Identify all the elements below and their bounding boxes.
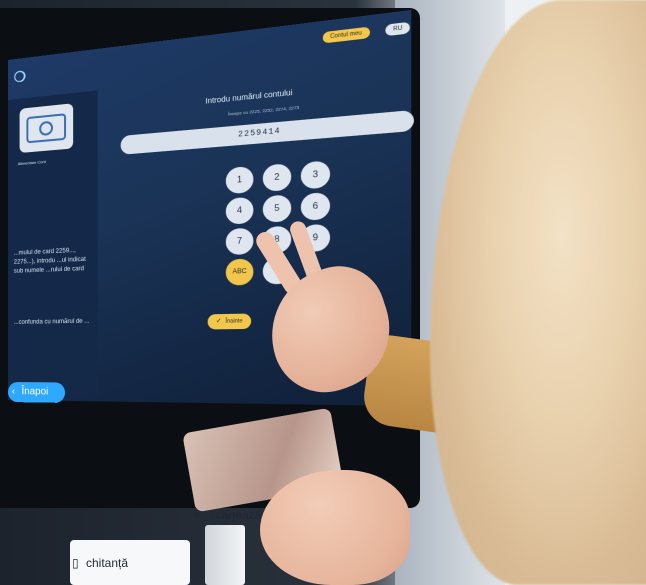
key-abc[interactable]: ABC — [225, 258, 254, 286]
key-7[interactable]: 7 — [225, 227, 254, 256]
account-number-field[interactable]: 2259414 — [120, 109, 414, 155]
account-hint: Începe cu 2225, 2252, 2274, 2275 — [228, 104, 300, 117]
scan-label: scanează — [210, 508, 262, 522]
hand-holding-money — [260, 470, 410, 585]
account-prompt: Introdu numărul contului — [205, 89, 293, 106]
key-5[interactable]: 5 — [262, 194, 292, 223]
chevron-left-icon: ‹ — [11, 386, 16, 398]
banknote-card-icon — [19, 103, 74, 154]
left-panel: Alimentare Cont ...mulul de card 2259...… — [8, 90, 98, 403]
help-text: ...mulul de card 2259..., 2275...), intr… — [13, 247, 86, 275]
back-button[interactable]: ‹ Înapoi — [8, 382, 66, 403]
cash-slot — [205, 525, 245, 585]
key-4[interactable]: 4 — [225, 196, 254, 225]
receipt-label: chitanță — [86, 556, 129, 570]
check-icon: ✓ — [215, 318, 222, 326]
account-pill[interactable]: Contul meu — [322, 26, 370, 44]
key-6[interactable]: 6 — [300, 192, 331, 221]
continue-label: Înainte — [225, 318, 243, 325]
continue-button[interactable]: ✓ Înainte — [207, 313, 252, 330]
atm-photo-scene: ❍ Contul meu RU Alimentare Cont ...mulul… — [0, 0, 646, 585]
receipt-icon: ▯ — [72, 556, 79, 570]
language-pill[interactable]: RU — [385, 21, 411, 37]
key-3[interactable]: 3 — [300, 160, 331, 190]
key-1[interactable]: 1 — [225, 165, 254, 195]
card-label: Alimentare Cont — [17, 158, 46, 167]
help-text-secondary: ...confunda cu numărul de ... — [13, 318, 90, 326]
app-logo-icon: ❍ — [13, 67, 26, 86]
back-label: Înapoi — [21, 386, 49, 398]
key-2[interactable]: 2 — [262, 163, 292, 192]
